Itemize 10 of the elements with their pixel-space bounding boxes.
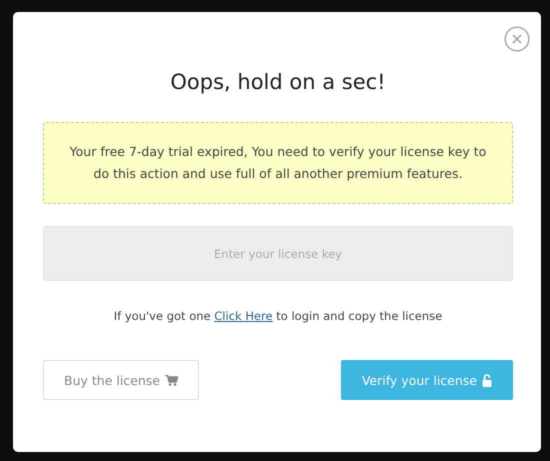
cart-icon [165,374,178,386]
close-icon[interactable] [504,26,530,52]
verify-license-button[interactable]: Verify your license [340,360,513,400]
dialog-title: Oops, hold on a sec! [169,69,387,96]
help-text: If you've got one Click Here to login and copy the license [112,308,444,324]
buy-license-button[interactable]: Buy the license [43,360,199,400]
trial-expired-notice: Your free 7-day trial expired, You need to verify your license key to do this action and use full of all another premium features. [43,122,513,204]
click-here-link[interactable]: Click Here [214,309,273,323]
unlocked-padlock-icon [482,374,492,386]
license-key-field[interactable]: Enter your license key [43,226,513,281]
